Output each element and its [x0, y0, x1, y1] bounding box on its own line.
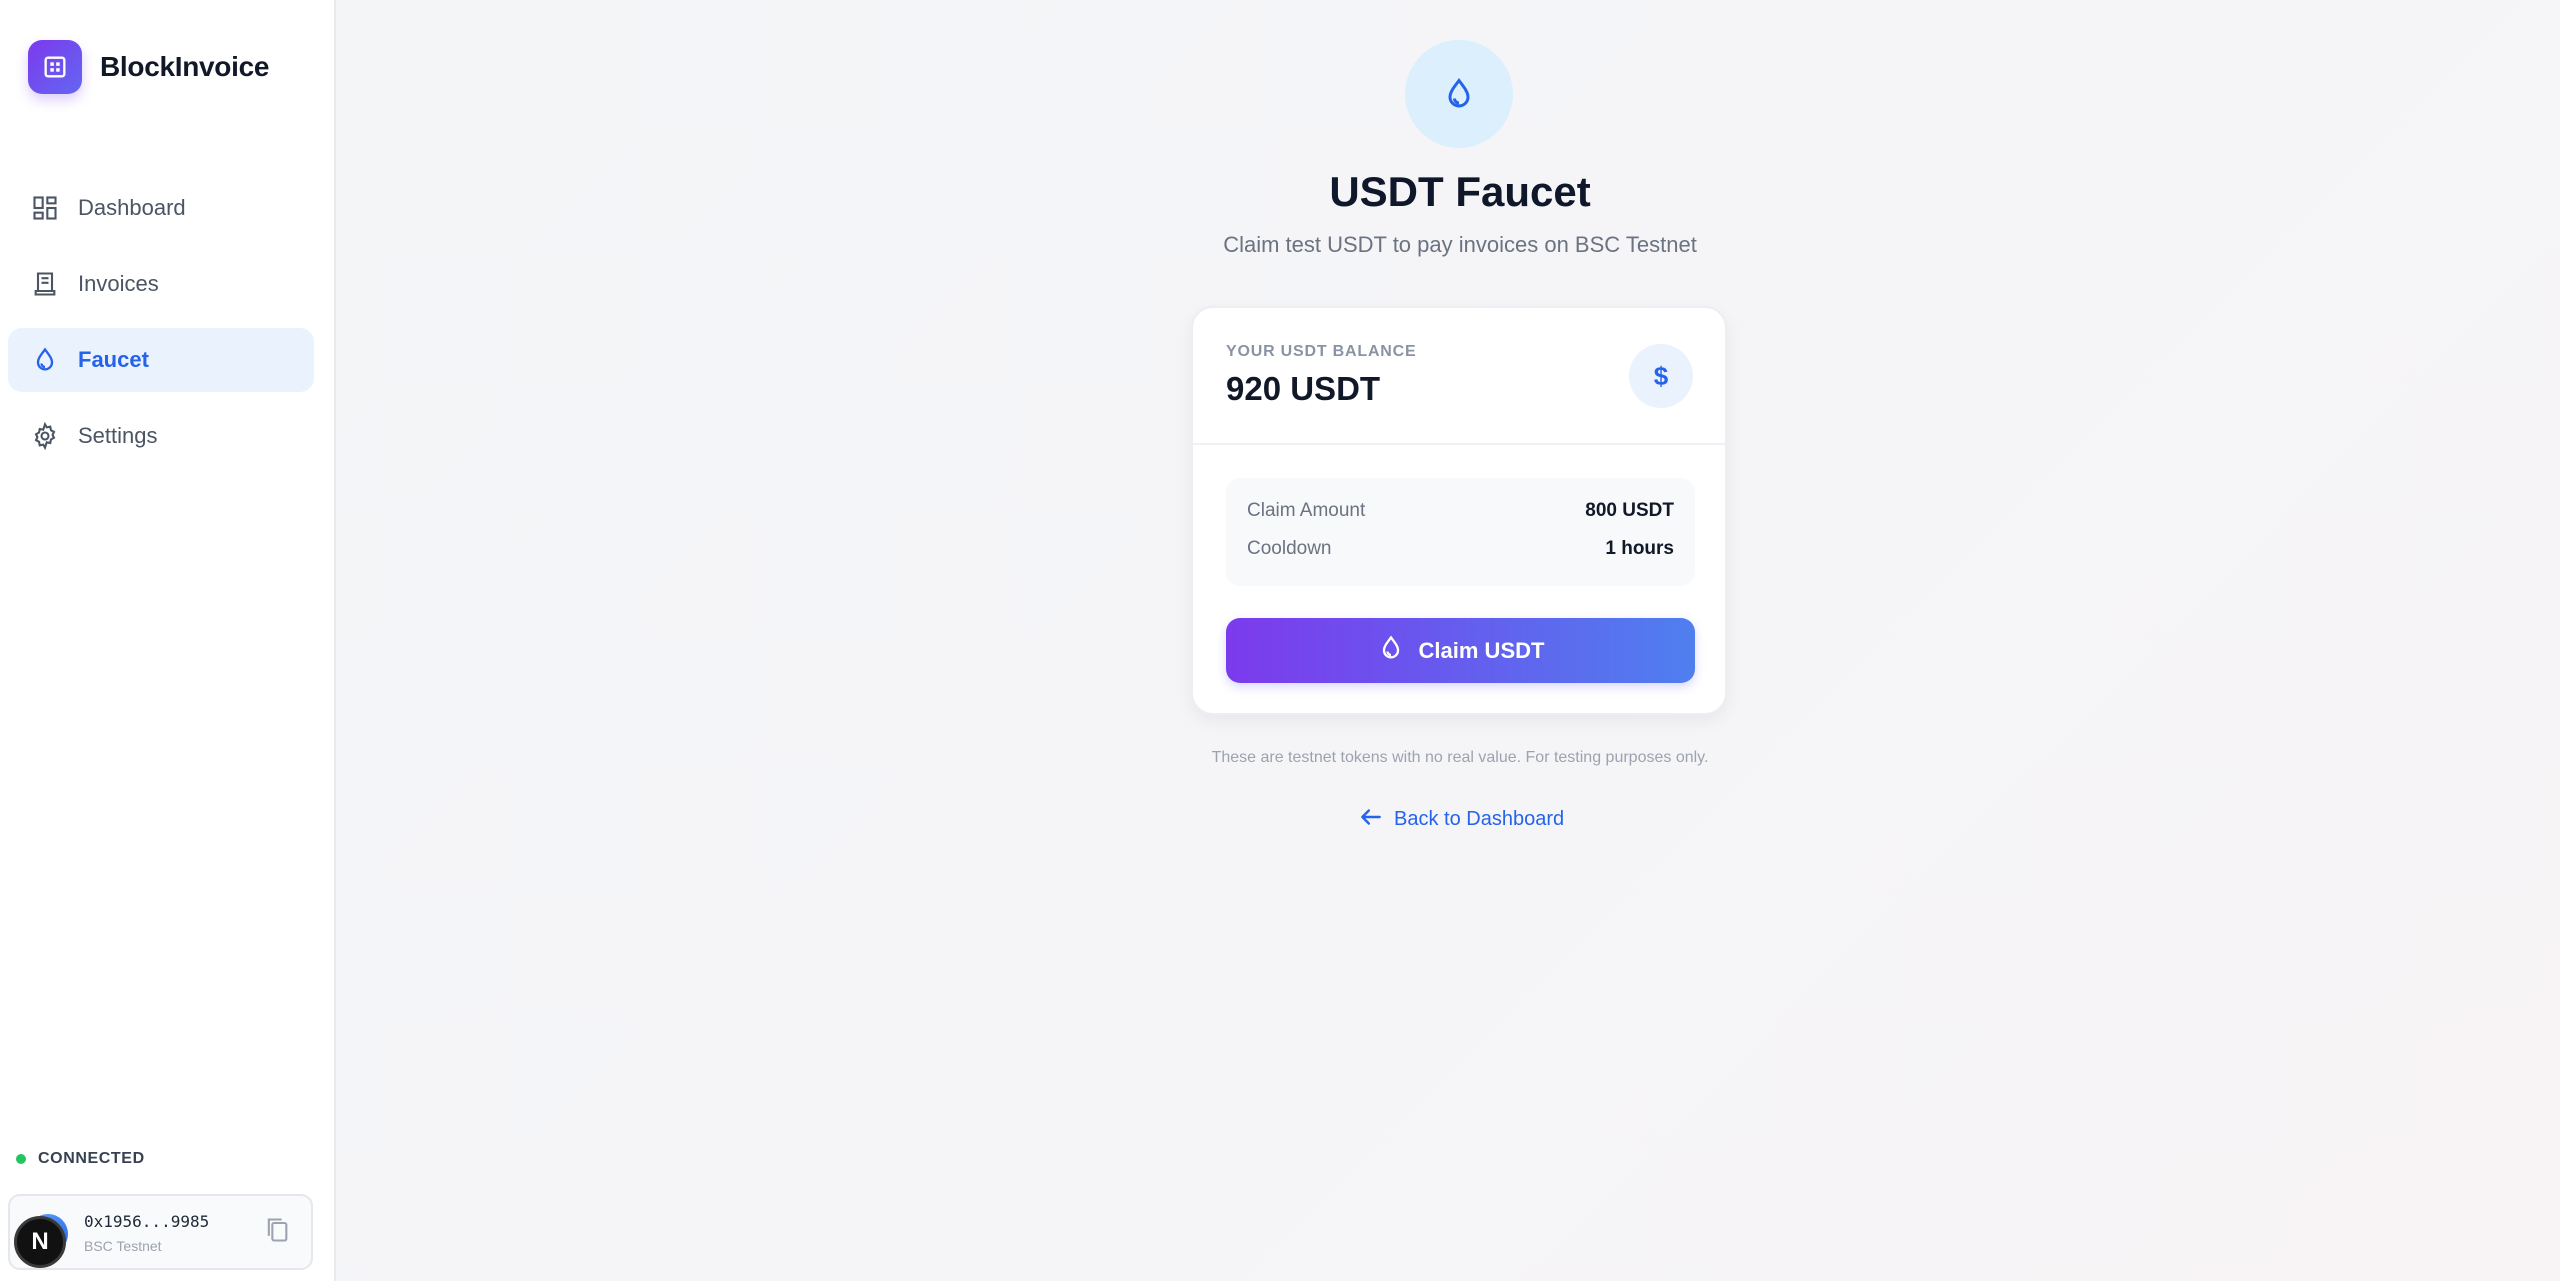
gear-icon	[30, 421, 60, 451]
cooldown-value: 1 hours	[1605, 538, 1674, 559]
connection-status-label: CONNECTED	[38, 1150, 145, 1167]
page-subtitle: Claim test USDT to pay invoices on BSC T…	[1223, 232, 1697, 257]
droplet-icon	[1405, 40, 1513, 148]
sidebar-item-dashboard[interactable]: Dashboard	[8, 176, 314, 240]
testnet-note: These are testnet tokens with no real va…	[1211, 749, 1709, 766]
cooldown-row: Cooldown 1 hours	[1247, 538, 1674, 560]
app-name: BlockInvoice	[100, 51, 270, 82]
back-to-dashboard-link[interactable]: Back to Dashboard	[1358, 804, 1564, 835]
arrow-left-icon	[1358, 804, 1384, 835]
wallet-card[interactable]: N 0x1956...9985 BSC Testnet	[8, 1194, 313, 1270]
claim-details: Claim Amount 800 USDT Cooldown 1 hours	[1226, 478, 1695, 586]
sidebar-nav: Dashboard Invoices Faucet Settings	[8, 176, 314, 480]
dev-badge[interactable]: N	[14, 1216, 66, 1268]
claim-amount-label: Claim Amount	[1247, 500, 1366, 521]
page-title: USDT Faucet	[1329, 168, 1591, 215]
back-link-label: Back to Dashboard	[1394, 808, 1565, 830]
sidebar-item-label: Invoices	[78, 271, 159, 296]
sidebar-item-label: Settings	[78, 423, 158, 448]
droplet-icon	[30, 345, 60, 375]
dollar-icon: $	[1629, 344, 1693, 408]
status-dot-icon	[16, 1154, 26, 1164]
copy-icon[interactable]	[263, 1214, 293, 1248]
connection-status: CONNECTED	[16, 1150, 145, 1168]
sidebar-item-settings[interactable]: Settings	[8, 404, 314, 468]
wallet-address: 0x1956...9985	[84, 1212, 210, 1231]
app-logo-icon	[28, 40, 82, 94]
claim-amount-value: 800 USDT	[1585, 500, 1674, 521]
balance-value: 920 USDT	[1226, 370, 1381, 407]
dashboard-icon	[30, 193, 60, 223]
sidebar: BlockInvoice Dashboard Invoices Faucet S…	[0, 0, 336, 1281]
claim-usdt-button[interactable]: Claim USDT	[1226, 618, 1695, 683]
claim-amount-row: Claim Amount 800 USDT	[1247, 500, 1674, 522]
balance-label: YOUR USDT BALANCE	[1226, 343, 1417, 360]
receipt-icon	[30, 269, 60, 299]
sidebar-item-label: Faucet	[78, 347, 149, 372]
sidebar-item-label: Dashboard	[78, 195, 186, 220]
sidebar-item-invoices[interactable]: Invoices	[8, 252, 314, 316]
brand[interactable]: BlockInvoice	[28, 40, 269, 94]
wallet-network: BSC Testnet	[84, 1238, 162, 1254]
claim-button-label: Claim USDT	[1418, 637, 1545, 663]
faucet-card: YOUR USDT BALANCE 920 USDT $ Claim Amoun…	[1191, 306, 1727, 715]
cooldown-label: Cooldown	[1247, 538, 1332, 559]
divider	[1193, 443, 1725, 445]
droplet-icon	[1377, 634, 1405, 667]
sidebar-item-faucet[interactable]: Faucet	[8, 328, 314, 392]
